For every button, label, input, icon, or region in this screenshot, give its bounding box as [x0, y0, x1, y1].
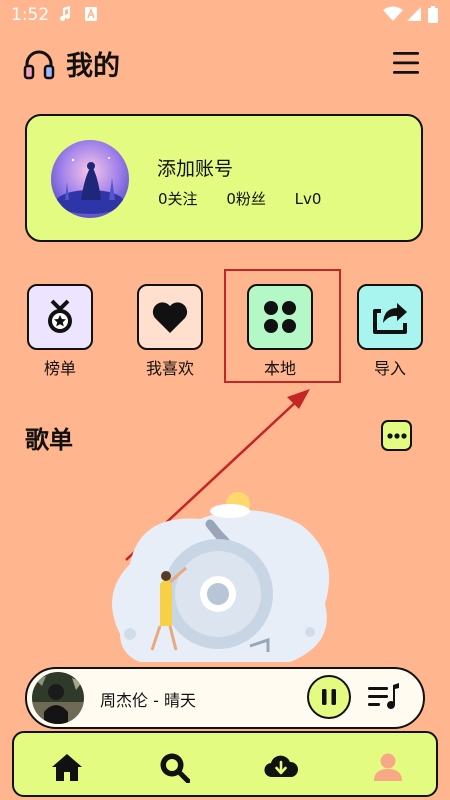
album-cover[interactable] [32, 672, 84, 724]
home-icon [52, 754, 82, 781]
more-dots-icon [386, 432, 407, 439]
empty-playlist-illustration [112, 492, 330, 662]
more-button[interactable] [381, 420, 412, 451]
now-playing-song[interactable]: 周杰伦 - 晴天 [100, 687, 196, 711]
search-icon [160, 753, 190, 783]
tab-profile[interactable] [368, 747, 408, 787]
tab-home[interactable] [47, 747, 87, 787]
pause-icon [322, 689, 336, 705]
playlists-title: 歌单 [25, 426, 73, 454]
tab-download[interactable] [261, 747, 301, 787]
playlist-icon[interactable] [367, 681, 401, 715]
cloud-download-icon [264, 755, 298, 778]
person-icon [374, 753, 402, 781]
album-art-image [32, 672, 84, 724]
mini-player[interactable]: 周杰伦 - 晴天 [25, 667, 425, 729]
tab-search[interactable] [154, 747, 194, 787]
pause-button[interactable] [307, 675, 351, 719]
bottom-tab-bar [12, 731, 438, 797]
